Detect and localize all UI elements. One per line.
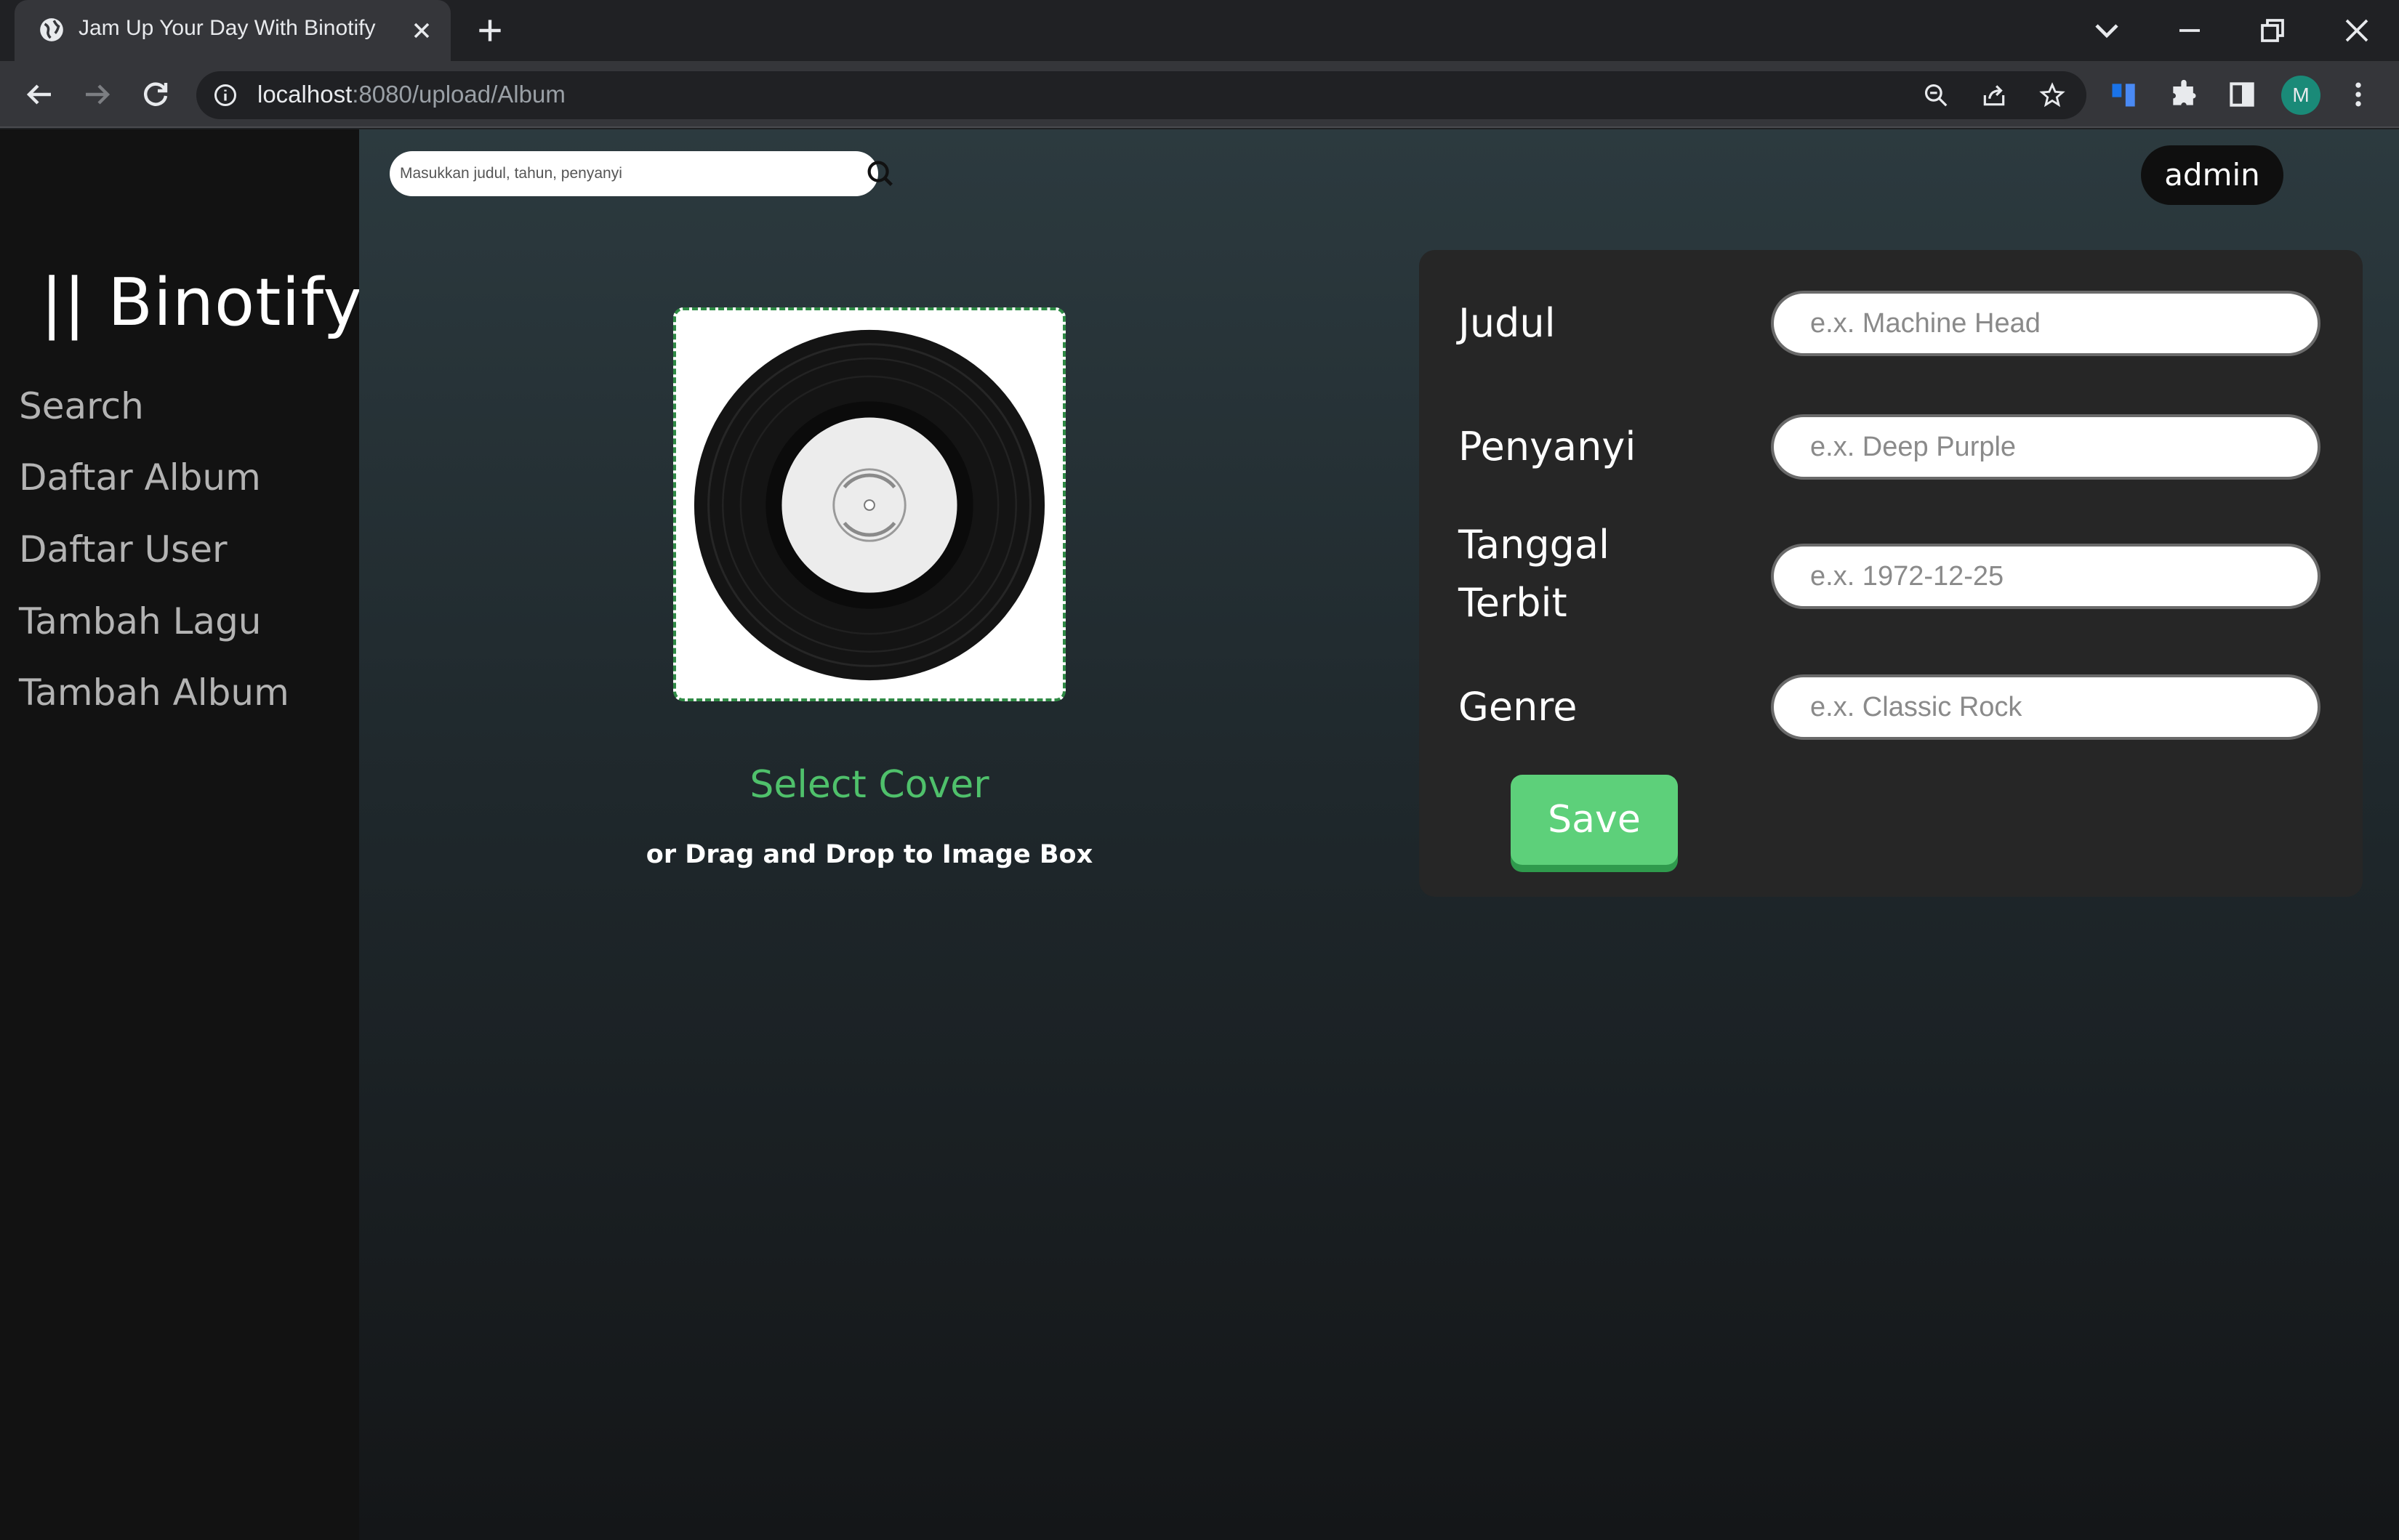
extension-tasks-icon[interactable] <box>2108 78 2140 110</box>
new-tab-icon[interactable] <box>474 15 506 47</box>
window-close-icon[interactable] <box>2336 10 2377 51</box>
album-form: Judul Penyanyi Tanggal Terbit Genre Save <box>1419 250 2363 897</box>
judul-label: Judul <box>1458 300 1556 346</box>
brand-logo[interactable]: || Binotify <box>41 265 363 341</box>
sidebar-item-search[interactable]: Search <box>19 385 144 427</box>
sidebar: || Binotify Search Daftar Album Daftar U… <box>0 129 362 1540</box>
sidebar-item-daftar-user[interactable]: Daftar User <box>19 528 228 571</box>
zoom-out-icon[interactable] <box>1922 81 1950 109</box>
genre-input[interactable] <box>1771 674 2320 740</box>
minimize-icon[interactable] <box>2169 10 2210 51</box>
user-badge[interactable]: admin <box>2141 145 2283 205</box>
penyanyi-input[interactable] <box>1771 414 2320 480</box>
profile-avatar[interactable]: M <box>2281 76 2320 115</box>
search-icon[interactable] <box>864 157 897 190</box>
forward-arrow-icon[interactable] <box>80 77 115 112</box>
search-input[interactable] <box>400 161 821 186</box>
search-bar[interactable] <box>390 151 893 196</box>
tanggal-label-line1: Tanggal <box>1458 522 1610 568</box>
restore-icon[interactable] <box>2252 10 2293 51</box>
url-host: localhost <box>257 81 353 108</box>
sidebar-item-daftar-album[interactable]: Daftar Album <box>19 456 261 499</box>
sidebar-item-tambah-lagu[interactable]: Tambah Lagu <box>19 600 262 642</box>
url-path: :8080/upload/Album <box>352 81 566 108</box>
save-button[interactable]: Save <box>1511 775 1678 865</box>
cover-image-dropzone[interactable] <box>673 307 1066 701</box>
bookmark-star-icon[interactable] <box>2038 81 2066 109</box>
browser-tab[interactable]: Jam Up Your Day With Binotify <box>15 0 451 61</box>
tab-title: Jam Up Your Day With Binotify <box>79 16 376 40</box>
page: || Binotify Search Daftar Album Daftar U… <box>0 129 2399 1540</box>
vinyl-record-icon <box>694 329 1045 681</box>
drag-drop-hint: or Drag and Drop to Image Box <box>646 840 1093 869</box>
sidebar-item-tambah-album[interactable]: Tambah Album <box>19 672 289 714</box>
tanggal-label-line2: Terbit <box>1458 580 1567 626</box>
browser-tabstrip: Jam Up Your Day With Binotify <box>0 0 2399 61</box>
judul-input[interactable] <box>1771 291 2320 356</box>
globe-icon <box>40 18 63 41</box>
genre-label: Genre <box>1458 684 1578 730</box>
address-bar[interactable]: localhost:8080/upload/Album <box>196 71 2086 119</box>
more-menu-icon[interactable] <box>2342 78 2374 110</box>
site-info-icon[interactable] <box>212 82 238 108</box>
tanggal-terbit-label: Tanggal Terbit <box>1458 516 1610 632</box>
tanggal-terbit-input[interactable] <box>1771 544 2320 609</box>
tab-search-icon[interactable] <box>2086 10 2127 51</box>
reload-icon[interactable] <box>138 77 173 112</box>
browser-toolbar: localhost:8080/upload/Album M <box>0 61 2399 128</box>
side-panel-icon[interactable] <box>2226 78 2258 110</box>
close-tab-icon[interactable] <box>409 17 435 44</box>
main-content: admin Select Cover or Drag and Drop to I… <box>359 129 2399 1540</box>
select-cover-button[interactable]: Select Cover <box>673 763 1066 807</box>
penyanyi-label: Penyanyi <box>1458 424 1636 469</box>
share-icon[interactable] <box>1980 81 2008 109</box>
extensions-puzzle-icon[interactable] <box>2168 78 2200 110</box>
back-arrow-icon[interactable] <box>22 77 57 112</box>
url-text[interactable]: localhost:8080/upload/Album <box>257 81 566 108</box>
